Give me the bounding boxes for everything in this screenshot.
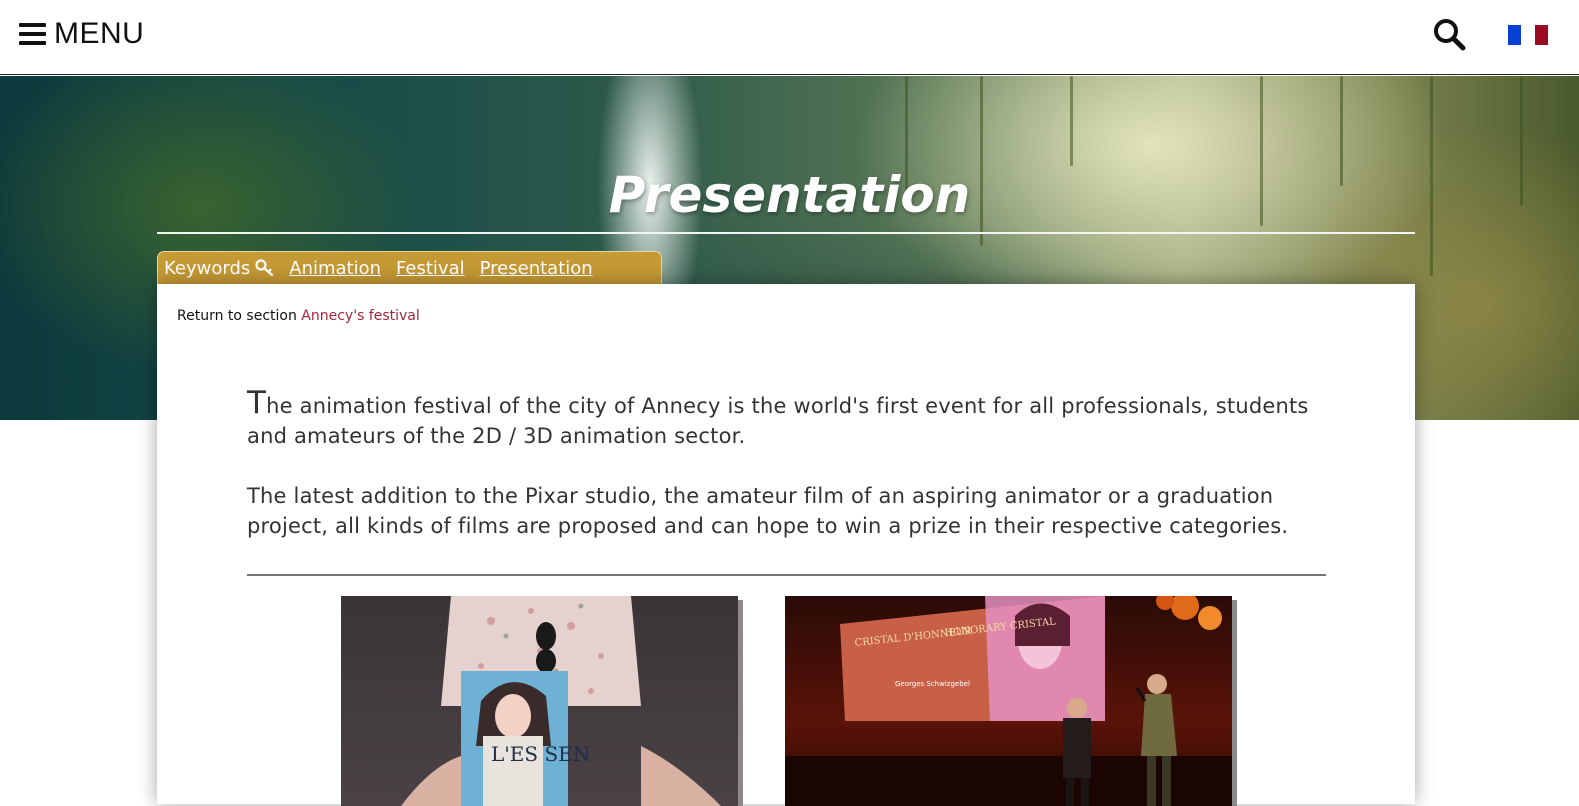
booklet-photo-illustration: L'ES SEN [401, 596, 721, 806]
content-divider [247, 574, 1326, 576]
title-divider [157, 232, 1415, 234]
keyword-link-animation[interactable]: Animation [289, 258, 381, 279]
keywords-label-text: Keywords [164, 257, 251, 279]
booklet-text: L'ES SEN [491, 742, 590, 766]
content-card: Return to section Annecy's festival The … [157, 284, 1415, 806]
search-icon [1434, 19, 1466, 51]
keyword-link-festival[interactable]: Festival [396, 258, 465, 279]
intro-paragraph-2: The latest addition to the Pixar studio,… [247, 484, 1289, 538]
menu-label: MENU [54, 17, 145, 50]
return-section-link[interactable]: Annecy's festival [301, 308, 419, 324]
festival-photo-ceremony[interactable]: CRISTAL D'HONNEUR HONORARY CRISTAL Georg… [785, 596, 1232, 806]
festival-photo-booklet[interactable]: L'ES SEN [341, 596, 738, 806]
menu-button[interactable]: MENU [19, 16, 144, 52]
return-prefix: Return to section [177, 308, 297, 324]
page-title: Presentation [608, 165, 971, 224]
screen-name: Georges Schwizgebel [895, 680, 970, 688]
keywords-tab: Keywords Animation Festival Presentation [157, 251, 662, 284]
key-icon [255, 259, 274, 277]
keywords-label: Keywords [164, 258, 275, 279]
top-bar: MENU [0, 0, 1579, 75]
intro-text: The animation festival of the city of An… [247, 388, 1337, 571]
keyword-link-presentation[interactable]: Presentation [480, 258, 593, 279]
drop-cap: T [247, 385, 267, 421]
ceremony-photo-illustration: CRISTAL D'HONNEUR HONORARY CRISTAL Georg… [785, 596, 1232, 806]
french-flag-icon[interactable] [1508, 25, 1548, 45]
hamburger-icon [19, 23, 46, 45]
intro-paragraph-1: The animation festival of the city of An… [247, 388, 1337, 451]
return-to-section: Return to section Annecy's festival [177, 308, 420, 324]
hero-vine [1070, 76, 1073, 166]
search-button[interactable] [1432, 17, 1466, 51]
intro-paragraph-1-text: he animation festival of the city of Ann… [247, 394, 1309, 448]
